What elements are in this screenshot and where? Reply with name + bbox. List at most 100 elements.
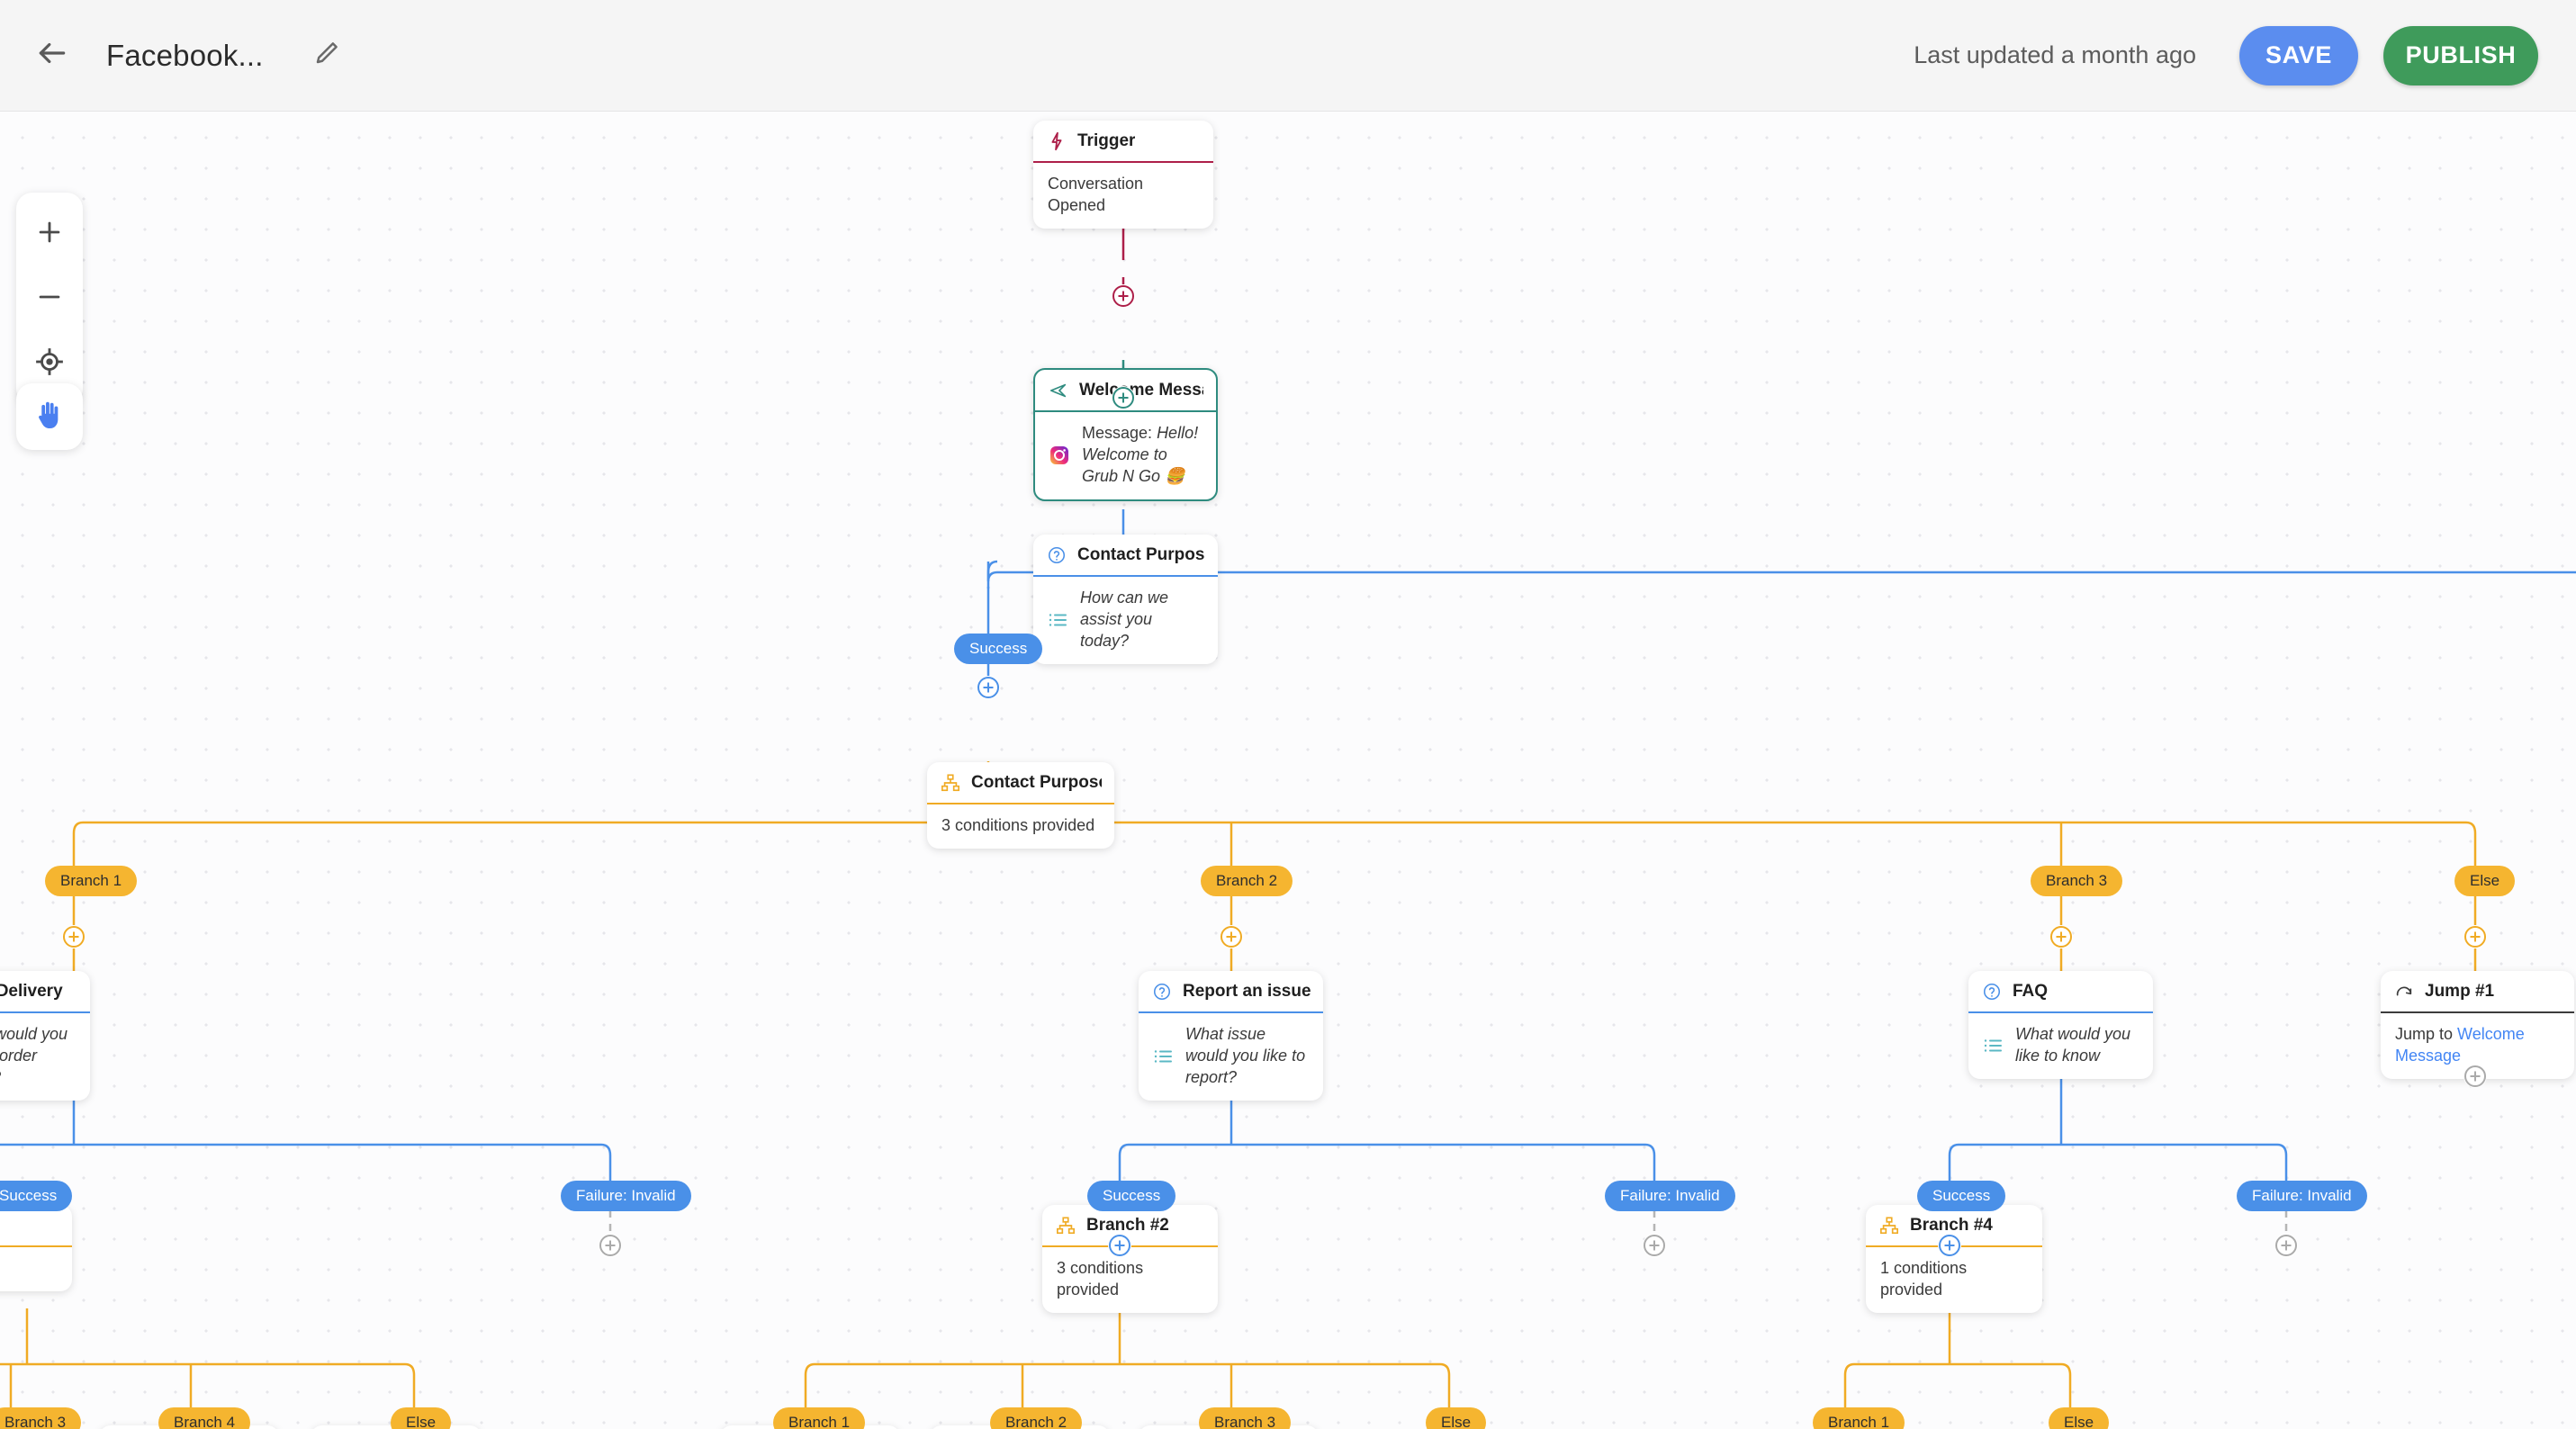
save-button[interactable]: SAVE [2239,25,2358,85]
node-body-text: What would you like to know [2015,1025,2131,1065]
node-header: FAQ [1968,971,2153,1013]
pill-branch-2-mid[interactable]: Branch 2 [990,1407,1083,1429]
add-node-button[interactable] [2463,925,2487,948]
node-header: Trigger [1033,121,1213,163]
pill-else-right[interactable]: Else [2049,1407,2110,1429]
node-header: Jump #1 [2381,971,2574,1013]
pill-success-right[interactable]: Success [1917,1181,2006,1211]
pill-failure-left[interactable]: Failure: Invalid [561,1181,691,1211]
pill-success-left[interactable]: Success [0,1181,73,1211]
node-body: What would you like to order today? [0,1013,90,1101]
pill-failure-mid[interactable]: Failure: Invalid [1605,1181,1735,1211]
add-node-button[interactable] [1108,1234,1131,1257]
node-body-text: What issue would you like to report? [1185,1025,1306,1086]
add-node-button-empty[interactable] [2463,1065,2487,1088]
pill-failure-right[interactable]: Failure: Invalid [2237,1181,2367,1211]
node-jump-1[interactable]: Jump #1 Jump to Welcome Message [2381,971,2574,1079]
add-node-button-empty[interactable] [599,1234,622,1257]
add-node-button-empty[interactable] [2274,1234,2298,1257]
node-body: How can we assist you today? [1033,577,1218,664]
node-header: Report an issue [1139,971,1323,1013]
flow-canvas[interactable]: Trigger Conversation Opened Welcome Mess… [0,112,2576,1429]
publish-button[interactable]: PUBLISH [2383,25,2538,85]
add-node-button[interactable] [1112,284,1135,308]
plus-icon [34,217,65,252]
pill-else-mid[interactable]: Else [1426,1407,1487,1429]
node-title: Report an issue [1183,982,1311,1001]
zoom-in-button[interactable] [16,202,83,266]
node-food-delivery[interactable]: Food Delivery What would you like to ord… [0,971,90,1101]
header-actions: Last updated a month ago SAVE PUBLISH [1914,25,2538,85]
question-circle-icon [1151,981,1173,1002]
node-body: Message: Hello! Welcome to Grub N Go 🍔 [1035,412,1216,499]
node-body: 3 conditions provided [927,804,1114,849]
node-title: Welcome Message [1079,381,1203,400]
node-branch-4[interactable]: Branch #4 1 conditions provided [1866,1205,2042,1313]
hand-icon [32,398,67,436]
node-branch-left-cut[interactable]: …ded [0,1205,72,1291]
question-circle-icon [1046,544,1067,566]
node-title: Trigger [1077,131,1136,150]
node-body: …ded [0,1247,72,1291]
node-body-text: Conversation Opened [1048,175,1144,214]
add-node-button[interactable] [977,676,1000,699]
zoom-controls [16,193,83,405]
add-node-button[interactable] [1220,925,1243,948]
node-header [0,1205,72,1247]
node-title: Branch #2 [1086,1216,1169,1235]
jump-arrow-icon [2393,981,2415,1002]
add-node-button[interactable] [1112,386,1135,409]
node-body-text: Jump to Welcome Message [2395,1024,2562,1067]
zoom-out-button[interactable] [16,266,83,331]
add-node-button[interactable] [2049,925,2073,948]
connector-layer [0,211,2576,1407]
pill-branch-3-left[interactable]: Branch 3 [0,1407,82,1429]
add-node-button-empty[interactable] [1643,1234,1666,1257]
node-body-text: What would you like to order today? [0,1025,68,1086]
node-title: Jump #1 [2425,982,2495,1001]
list-icon [1981,1034,2004,1057]
pill-else-root[interactable]: Else [2454,866,2516,896]
pill-branch-1-right[interactable]: Branch 1 [1813,1407,1905,1429]
minus-icon [34,282,65,317]
pill-branch-1-root[interactable]: Branch 1 [45,866,138,896]
pill-branch-1-mid[interactable]: Branch 1 [773,1407,866,1429]
node-body-text: 3 conditions provided [941,816,1095,834]
arrow-left-icon [35,36,69,75]
pill-success-root[interactable]: Success [954,634,1043,664]
node-body: What issue would you like to report? [1139,1013,1323,1101]
node-faq[interactable]: FAQ What would you like to know [1968,971,2153,1079]
pill-branch-2-root[interactable]: Branch 2 [1201,866,1293,896]
node-body-label: Message: [1082,424,1153,442]
sitemap-icon [1878,1215,1900,1236]
node-contact-purpose-branch[interactable]: Contact Purpose branch 3 conditions prov… [927,762,1114,849]
node-report-an-issue[interactable]: Report an issue What issue would you lik… [1139,971,1323,1101]
sitemap-icon [940,772,961,794]
pill-branch-3-mid[interactable]: Branch 3 [1199,1407,1292,1429]
add-node-button[interactable] [1938,1234,1961,1257]
pill-success-mid[interactable]: Success [1087,1181,1176,1211]
question-circle-icon [1981,981,2003,1002]
node-title: Contact Purpose branch [971,773,1102,792]
node-body-text: How can we assist you today? [1080,589,1169,650]
add-node-button[interactable] [62,925,86,948]
node-body-text: 1 conditions provided [1880,1259,1968,1299]
list-icon [1046,608,1069,632]
node-trigger[interactable]: Trigger Conversation Opened [1033,121,1213,229]
last-updated-label: Last updated a month ago [1914,41,2196,68]
node-header: Food Delivery [0,971,90,1013]
pencil-icon [313,40,340,71]
app-header: Facebook... Last updated a month ago SAV… [0,0,2576,112]
back-button[interactable] [25,29,79,83]
node-contact-purpose[interactable]: Contact Purpose How can we assist you to… [1033,535,1218,664]
list-icon [1151,1045,1175,1068]
pill-branch-3-root[interactable]: Branch 3 [2031,866,2123,896]
edit-title-button[interactable] [305,34,348,77]
pan-tool-button[interactable] [16,383,83,450]
node-body-text: 3 conditions provided [1057,1259,1144,1299]
pill-else-left[interactable]: Else [391,1407,452,1429]
page-title: Facebook... [106,38,264,72]
pill-branch-4-left[interactable]: Branch 4 [158,1407,251,1429]
node-branch-2[interactable]: Branch #2 3 conditions provided [1042,1205,1218,1313]
node-title: FAQ [2013,982,2049,1001]
